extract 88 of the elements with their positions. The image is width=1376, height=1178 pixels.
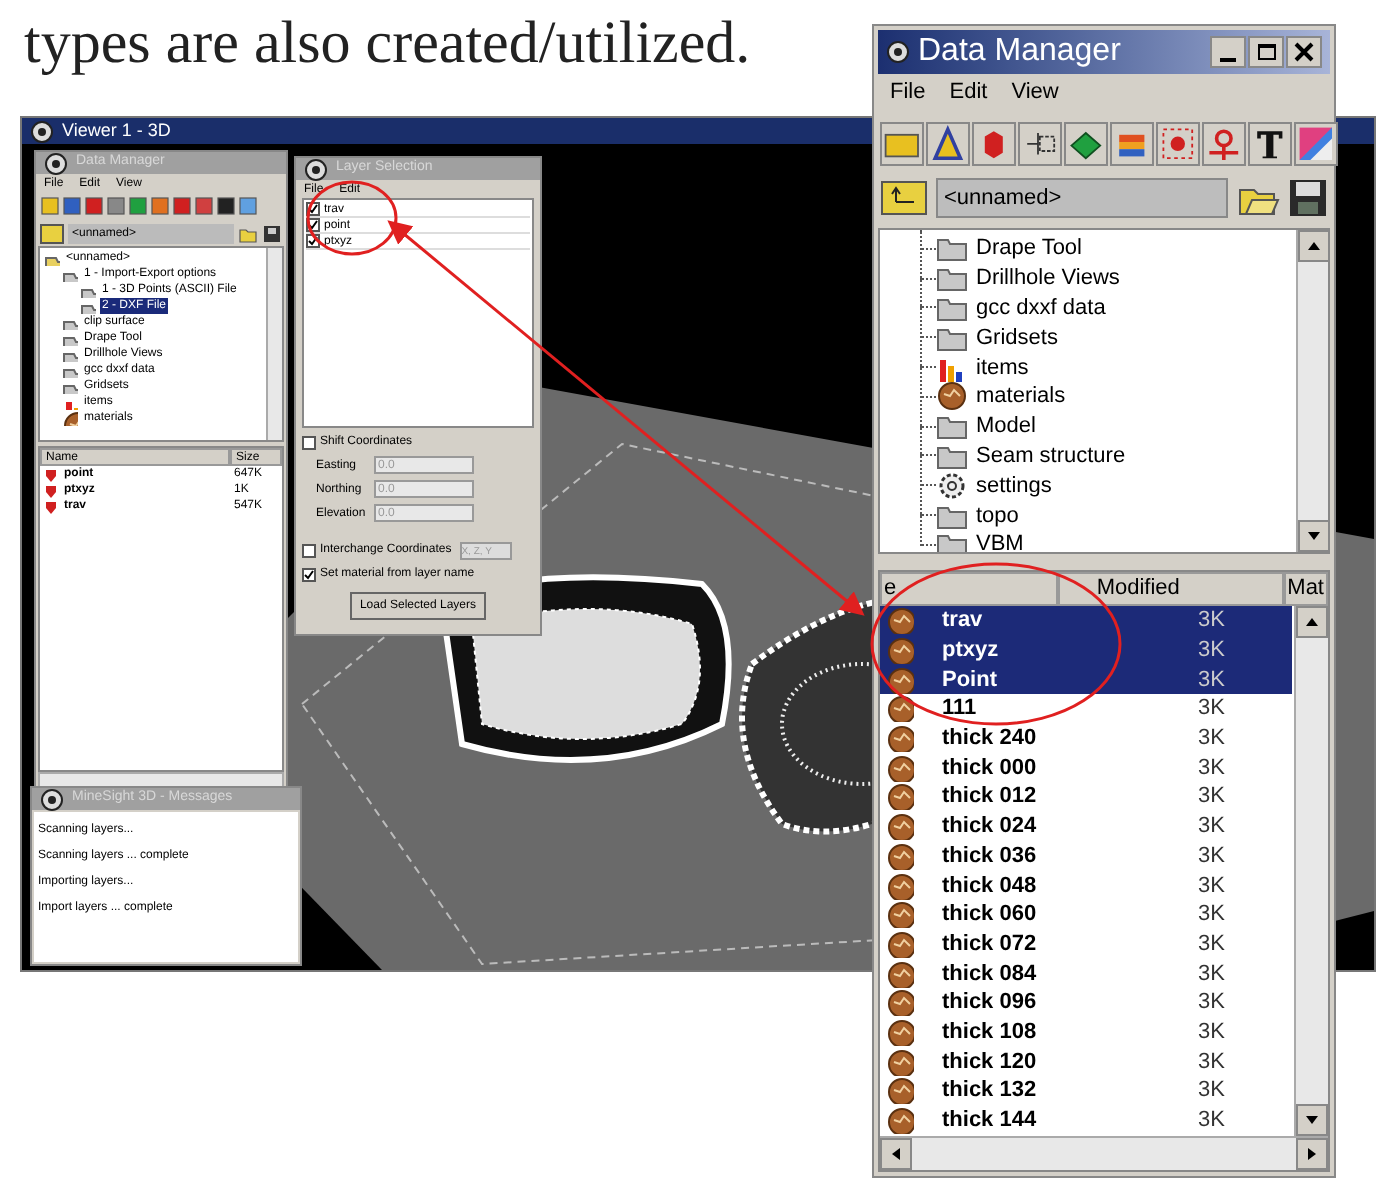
file-size: 3K	[1198, 1076, 1225, 1105]
file-size: 3K	[1198, 929, 1225, 958]
menu-item[interactable]: Edit	[949, 75, 988, 109]
up-folder-icon	[40, 223, 64, 243]
tree-item[interactable]: Gridsets	[976, 323, 1058, 352]
file-name: thick 036	[942, 841, 1039, 870]
file-name: thick 072	[942, 929, 1039, 958]
file-size: 3K	[1198, 1017, 1225, 1046]
toolbar-button[interactable]	[1248, 122, 1292, 166]
app-logo-icon	[44, 151, 68, 175]
tree-item[interactable]: gcc dxxf data	[976, 293, 1106, 322]
file-size: 3K	[1198, 1047, 1225, 1076]
tree-item[interactable]: Drape Tool	[976, 234, 1082, 263]
menu-item[interactable]: View	[1011, 75, 1059, 109]
file-name: trav	[942, 606, 985, 635]
file-row[interactable]: Point 3K	[880, 664, 1292, 695]
file-name: thick 000	[942, 753, 1039, 782]
save-icon	[1288, 178, 1328, 218]
file-size: 3K	[1198, 841, 1225, 870]
scrollbar[interactable]	[1294, 606, 1328, 1136]
file-size: 3K	[1198, 753, 1225, 782]
window-title: Data Manager	[918, 32, 1121, 72]
file-name: thick 240	[942, 724, 1039, 753]
file-size: 3K	[1198, 988, 1225, 1017]
tree-item[interactable]: topo	[976, 501, 1019, 530]
save-icon	[262, 223, 282, 243]
app-logo-icon	[886, 40, 910, 64]
tree-item[interactable]: settings	[976, 471, 1052, 500]
gear-icon	[936, 469, 968, 502]
gradient-icon	[1296, 124, 1336, 164]
file-name: thick 060	[942, 900, 1039, 929]
target-icon	[1158, 124, 1198, 164]
file-row[interactable]: trav 3K	[880, 606, 1292, 636]
toolbar-button[interactable]	[926, 122, 970, 166]
tree-item[interactable]: VBM	[976, 530, 1024, 552]
file-name: thick 084	[942, 959, 1039, 988]
file-name: thick 108	[942, 1017, 1039, 1046]
file-name: thick 012	[942, 782, 1039, 811]
file-size: 3K	[1198, 636, 1225, 665]
window-title: Viewer 1 - 3D	[62, 117, 171, 144]
horizontal-scrollbar[interactable]	[880, 1136, 1328, 1170]
checkbox[interactable]	[302, 543, 316, 557]
file-size: 3K	[1198, 606, 1225, 635]
checked-checkbox[interactable]	[302, 567, 316, 581]
file-name: thick 024	[942, 812, 1039, 841]
pyramid-icon	[928, 124, 968, 164]
file-size: 3K	[1198, 900, 1225, 929]
file-name: ptxyz	[942, 636, 1001, 665]
file-size: 3K	[1198, 694, 1225, 723]
column-header[interactable]: e	[880, 572, 1059, 606]
file-size: 3K	[1198, 782, 1225, 811]
scrollbar[interactable]	[266, 248, 282, 440]
file-name: thick 096	[942, 988, 1039, 1017]
minimize-button[interactable]	[1210, 36, 1246, 68]
toolbar-button[interactable]	[1064, 122, 1108, 166]
up-folder-icon	[880, 178, 928, 218]
tree-item[interactable]: Model	[976, 412, 1036, 441]
file-name: thick 144	[942, 1106, 1039, 1135]
material-ball-icon	[936, 380, 968, 413]
caption-text: types are also created/utilized.	[24, 8, 751, 80]
file-row[interactable]: ptxyz 3K	[880, 635, 1292, 665]
annotation-circle	[306, 180, 398, 256]
tree-item[interactable]: items	[976, 353, 1029, 382]
file-size: 3K	[1198, 1106, 1225, 1135]
file-size: 3K	[1198, 871, 1225, 900]
file-size: 3K	[1198, 812, 1225, 841]
column-header[interactable]: Modified	[1058, 572, 1284, 606]
column-header[interactable]: Mat	[1283, 572, 1328, 606]
path-field[interactable]: <unnamed>	[936, 178, 1228, 218]
file-size: 3K	[1198, 724, 1225, 753]
tree-item[interactable]: Seam structure	[976, 441, 1126, 470]
maximize-button[interactable]	[1248, 36, 1284, 68]
file-size: 3K	[1198, 959, 1225, 988]
file-name: thick 120	[942, 1047, 1039, 1076]
tree-item[interactable]: Drillhole Views	[976, 264, 1120, 293]
file-name: 111	[942, 694, 979, 723]
app-logo-icon	[30, 119, 54, 143]
menu-item[interactable]: File	[890, 75, 926, 109]
close-icon	[1286, 36, 1322, 68]
file-name: thick 048	[942, 871, 1039, 900]
app-logo-icon	[40, 787, 64, 811]
scrollbar[interactable]	[1296, 230, 1328, 552]
app-logo-icon	[304, 157, 328, 181]
tree-item[interactable]: materials	[976, 382, 1066, 411]
checkbox[interactable]	[302, 435, 316, 449]
file-name: Point	[942, 665, 999, 694]
file-size: 3K	[1198, 665, 1225, 694]
file-name: thick 132	[942, 1076, 1039, 1105]
